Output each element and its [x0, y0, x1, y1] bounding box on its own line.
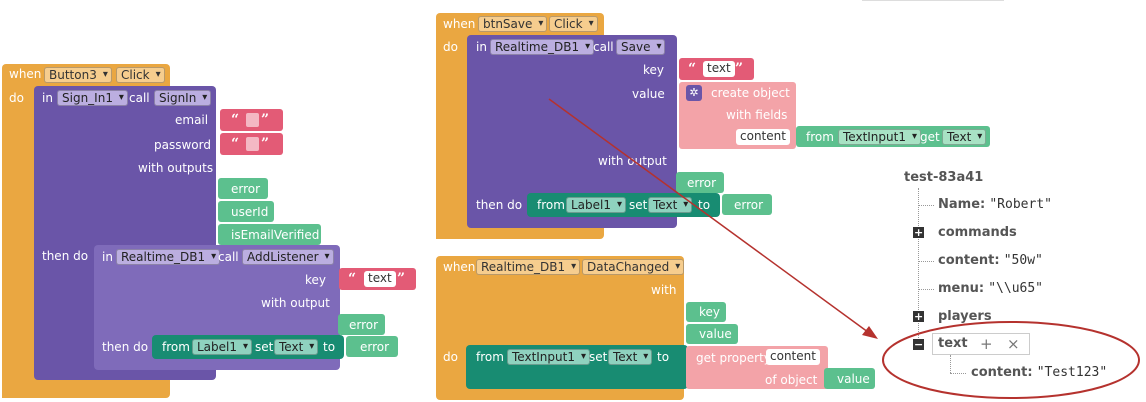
node-value: "50w" — [1003, 253, 1043, 268]
node-content[interactable]: content: "50w" — [938, 253, 1043, 268]
node-menu[interactable]: menu: "\\u65" — [938, 281, 1043, 296]
database-panel-edge — [862, 0, 1004, 1]
node-value: "Robert" — [989, 197, 1052, 212]
node-key: content: — [938, 253, 1000, 268]
database-root[interactable]: test-83a41 — [904, 170, 983, 185]
node-key: menu: — [938, 281, 985, 296]
highlight-ellipse — [882, 321, 1140, 399]
node-key: Name: — [938, 197, 986, 212]
node-key: commands — [938, 225, 1017, 240]
node-commands[interactable]: commands — [938, 225, 1017, 240]
plus-square-icon[interactable]: + — [913, 227, 924, 238]
node-name[interactable]: Name: "Robert" — [938, 197, 1052, 212]
node-value: "\\u65" — [988, 281, 1044, 296]
